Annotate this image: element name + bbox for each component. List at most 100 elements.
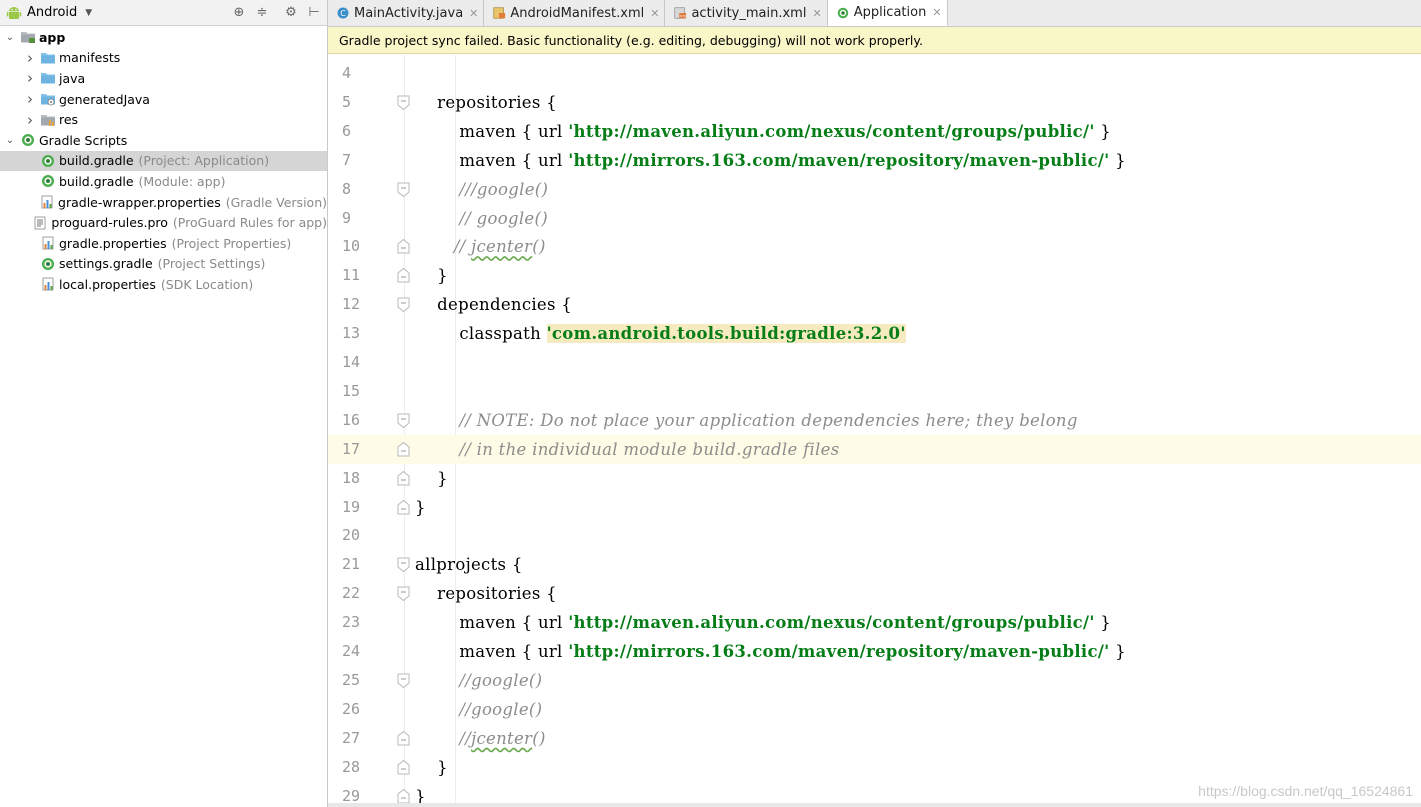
- code-token: repositories {: [415, 92, 557, 112]
- tree-item-label: generatedJava: [59, 91, 150, 107]
- code-text: // NOTE: Do not place your application d…: [415, 406, 1078, 435]
- code-token: maven { url: [415, 642, 569, 661]
- tree-item[interactable]: › res: [0, 109, 327, 130]
- chevron-right-icon[interactable]: ›: [20, 90, 40, 108]
- tree-item[interactable]: build.gradle (Module: app): [0, 171, 327, 192]
- code-line[interactable]: 24 maven { url 'http://mirrors.163.com/m…: [328, 637, 1421, 666]
- fold-end-icon[interactable]: [397, 499, 410, 515]
- fold-start-icon[interactable]: [397, 297, 410, 313]
- project-view-selector[interactable]: Android: [27, 5, 77, 20]
- code-text: //google(): [415, 695, 542, 724]
- code-line[interactable]: 11 }: [328, 261, 1421, 290]
- tree-item[interactable]: settings.gradle (Project Settings): [0, 254, 327, 275]
- editor-tab-bar: C MainActivity.java ✕ AndroidManifest.xml ✕ <…: [328, 0, 1421, 27]
- fold-start-icon[interactable]: [397, 182, 410, 197]
- code-line[interactable]: 21 allprojects {: [328, 550, 1421, 579]
- code-line[interactable]: 25 //google(): [328, 666, 1421, 695]
- line-number: 5: [342, 92, 352, 111]
- code-line[interactable]: 6 maven { url 'http://maven.aliyun.com/n…: [328, 117, 1421, 146]
- code-line[interactable]: 26 //google(): [328, 695, 1421, 724]
- tree-item[interactable]: local.properties (SDK Location): [0, 274, 327, 295]
- gear-icon[interactable]: ⚙: [281, 3, 301, 23]
- tree-item[interactable]: › manifests: [0, 48, 327, 69]
- code-token: }: [1109, 642, 1126, 661]
- editor-tab[interactable]: C MainActivity.java ✕: [328, 0, 485, 26]
- fold-end-icon[interactable]: [397, 759, 410, 775]
- chevron-right-icon[interactable]: ›: [20, 49, 40, 67]
- code-line[interactable]: 7 maven { url 'http://mirrors.163.com/ma…: [328, 146, 1421, 175]
- fold-start-icon[interactable]: [397, 673, 410, 688]
- line-number: 11: [342, 266, 361, 285]
- comment: jcenter: [471, 728, 533, 748]
- code-line[interactable]: 12 dependencies {: [328, 290, 1421, 319]
- chevron-down-icon[interactable]: ▼: [85, 8, 92, 18]
- code-line[interactable]: 28 }: [328, 753, 1421, 782]
- code-line[interactable]: 27 //jcenter(): [328, 724, 1421, 753]
- comment: // NOTE: Do not place your application d…: [415, 410, 1078, 430]
- fold-end-icon[interactable]: [397, 239, 410, 254]
- code-line[interactable]: 17 // in the individual module build.gra…: [328, 434, 1421, 464]
- line-number: 23: [342, 613, 361, 632]
- fold-start-icon[interactable]: [397, 557, 410, 573]
- fold-end-icon[interactable]: [397, 470, 410, 486]
- fold-start-icon[interactable]: [397, 95, 410, 110]
- tree-item[interactable]: › java: [0, 68, 327, 89]
- fold-end-icon[interactable]: [397, 788, 410, 804]
- chevron-right-icon[interactable]: ›: [20, 69, 40, 87]
- fold-start-icon[interactable]: [397, 413, 410, 428]
- line-number: 10: [342, 237, 361, 256]
- code-line[interactable]: 19}: [328, 493, 1421, 522]
- code-line[interactable]: 13 classpath 'com.android.tools.build:gr…: [328, 319, 1421, 348]
- fold-end-icon[interactable]: [397, 268, 410, 283]
- close-icon[interactable]: ✕: [469, 7, 478, 20]
- code-line[interactable]: 8 ///google(): [328, 175, 1421, 204]
- code-line[interactable]: 10 // jcenter(): [328, 232, 1421, 261]
- close-icon[interactable]: ✕: [650, 7, 659, 20]
- tree-item-detail: (ProGuard Rules for app): [172, 215, 327, 231]
- tree-item[interactable]: proguard-rules.pro (ProGuard Rules for ap…: [0, 212, 327, 233]
- line-number: 12: [342, 295, 361, 314]
- collapse-all-icon[interactable]: ≑: [252, 3, 272, 23]
- close-icon[interactable]: ✕: [932, 6, 941, 19]
- code-token: }: [415, 757, 448, 777]
- tree-item-detail: (Gradle Version): [225, 194, 327, 210]
- code-line[interactable]: 9 // google(): [328, 204, 1421, 233]
- comment: //google(): [415, 699, 543, 719]
- chevron-right-icon[interactable]: ›: [20, 111, 40, 129]
- code-line[interactable]: 14: [328, 348, 1421, 377]
- editor-tab[interactable]: <> activity_main.xml ✕: [665, 0, 828, 26]
- tree-item[interactable]: ⌄ app: [0, 27, 327, 48]
- line-number: 7: [342, 150, 352, 169]
- tree-item-label: build.gradle: [59, 153, 134, 169]
- locate-target-icon[interactable]: ⊕: [229, 3, 249, 23]
- tree-item[interactable]: ⌄ Gradle Scripts: [0, 130, 327, 151]
- line-number: 28: [342, 757, 361, 776]
- editor-tab[interactable]: AndroidManifest.xml ✕: [484, 0, 666, 26]
- tab-label: AndroidManifest.xml: [510, 5, 645, 21]
- android-icon: [6, 6, 22, 19]
- code-line[interactable]: 15: [328, 377, 1421, 406]
- fold-end-icon[interactable]: [397, 441, 410, 457]
- fold-start-icon[interactable]: [397, 586, 410, 602]
- hide-panel-icon[interactable]: ⊢: [304, 3, 324, 23]
- code-line[interactable]: 16 // NOTE: Do not place your applicatio…: [328, 406, 1421, 435]
- code-editor[interactable]: 45 repositories {6 maven { url 'http://m…: [328, 55, 1421, 807]
- tree-item[interactable]: › generatedJava: [0, 89, 327, 110]
- tree-item-label: res: [59, 112, 79, 128]
- line-number: 15: [342, 381, 361, 400]
- code-line[interactable]: 18 }: [328, 464, 1421, 493]
- tree-item[interactable]: gradle.properties (Project Properties): [0, 233, 327, 254]
- chevron-down-icon[interactable]: ⌄: [0, 32, 20, 43]
- tree-item[interactable]: gradle-wrapper.properties (Gradle Version…: [0, 192, 327, 213]
- tree-item[interactable]: build.gradle (Project: Application): [0, 150, 327, 172]
- code-line[interactable]: 20: [328, 521, 1421, 550]
- code-line[interactable]: 23 maven { url 'http://maven.aliyun.com/…: [328, 608, 1421, 637]
- close-icon[interactable]: ✕: [812, 7, 821, 20]
- code-line[interactable]: 22 repositories {: [328, 579, 1421, 608]
- code-line[interactable]: 4: [328, 59, 1421, 88]
- editor-tab[interactable]: Application ✕: [827, 0, 948, 26]
- horizontal-scrollbar[interactable]: [328, 803, 1421, 807]
- code-line[interactable]: 5 repositories {: [328, 88, 1421, 117]
- fold-end-icon[interactable]: [397, 730, 410, 746]
- chevron-down-icon[interactable]: ⌄: [0, 135, 20, 146]
